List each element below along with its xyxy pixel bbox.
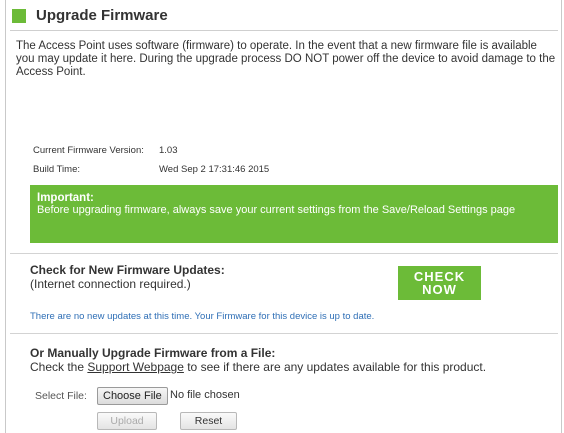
update-status-text: There are no new updates at this time. Y… (30, 311, 375, 322)
upload-button[interactable]: Upload (97, 412, 157, 430)
manual-upgrade-subtitle: Check the Support Webpage to see if ther… (30, 360, 486, 374)
important-notice: Important: Before upgrading firmware, al… (30, 185, 558, 243)
green-square-icon (12, 9, 26, 23)
check-updates-title: Check for New Firmware Updates: (30, 263, 225, 277)
build-time-value: Wed Sep 2 17:31:46 2015 (159, 164, 270, 175)
check-updates-subtitle: (Internet connection required.) (30, 277, 191, 291)
manual-upgrade-title: Or Manually Upgrade Firmware from a File… (30, 346, 276, 360)
manual-sub-after: to see if there are any updates availabl… (183, 360, 487, 374)
build-time-label: Build Time: (33, 164, 80, 175)
firmware-version-label: Current Firmware Version: (33, 145, 144, 156)
check-now-line2: NOW (422, 282, 457, 297)
divider (10, 333, 558, 334)
check-now-button[interactable]: CHECK NOW (398, 266, 481, 300)
divider (10, 253, 558, 254)
choose-file-button[interactable]: Choose File (97, 387, 168, 405)
no-file-chosen-text: No file chosen (170, 389, 240, 401)
firmware-version-value: 1.03 (159, 145, 178, 156)
reset-button[interactable]: Reset (180, 412, 237, 430)
intro-text: The Access Point uses software (firmware… (16, 40, 556, 78)
page-title: Upgrade Firmware (36, 7, 168, 24)
section-header: Upgrade Firmware (10, 4, 558, 31)
select-file-label: Select File: (35, 390, 87, 402)
important-title: Important: (37, 192, 94, 204)
important-text: Before upgrading firmware, always save y… (37, 204, 516, 216)
manual-sub-before: Check the (30, 360, 88, 374)
support-webpage-link[interactable]: Support Webpage (87, 360, 184, 374)
